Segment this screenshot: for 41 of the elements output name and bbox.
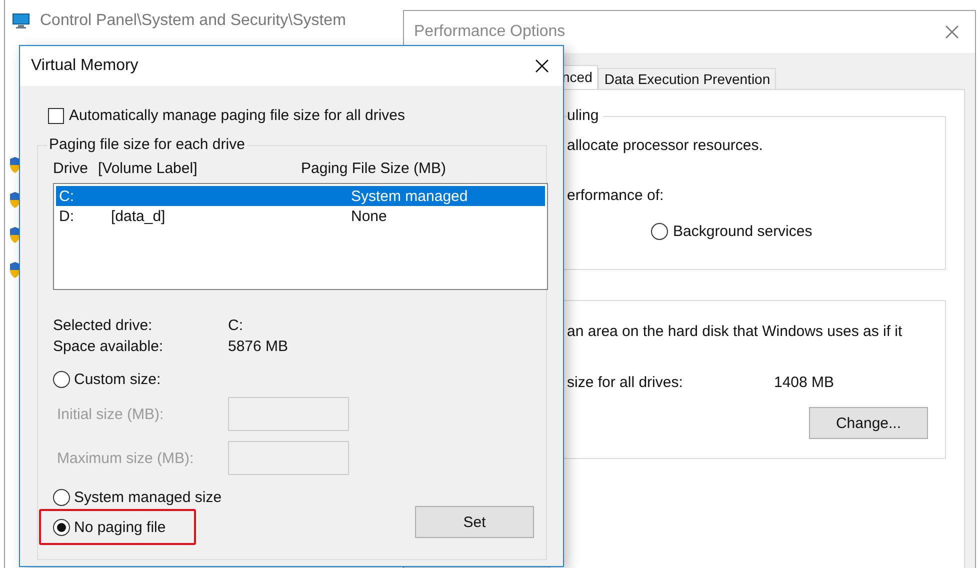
info-value: 5876 MB xyxy=(228,338,288,355)
radio-label[interactable]: No paging file xyxy=(74,519,166,536)
info-label: Space available: xyxy=(53,338,164,355)
window-title: Control Panel\System and Security\System xyxy=(40,12,346,30)
column-header: [Volume Label] xyxy=(98,160,198,177)
adjust-label: erformance of: xyxy=(567,187,665,205)
info-value: C: xyxy=(228,317,243,334)
checkbox[interactable] xyxy=(48,108,64,124)
close-icon[interactable] xyxy=(535,59,549,73)
group-title: Paging file size for each drive xyxy=(47,136,247,153)
paging-size: None xyxy=(351,208,387,224)
change-button[interactable]: Change... xyxy=(809,407,928,439)
drive-letter: C: xyxy=(59,188,75,204)
radio-button[interactable] xyxy=(651,223,668,240)
info-label: Selected drive: xyxy=(53,317,154,334)
volume-label: [data_d] xyxy=(111,208,166,224)
radio-button[interactable] xyxy=(53,371,70,388)
field-label: Initial size (MB): xyxy=(56,406,165,422)
dialog-title: Virtual Memory xyxy=(31,57,138,75)
description-text: allocate processor resources. xyxy=(567,137,764,155)
monitor-icon xyxy=(12,13,30,29)
radio-button[interactable] xyxy=(53,519,70,536)
field-label: Maximum size (MB): xyxy=(56,450,195,466)
total-value: 1408 MB xyxy=(774,374,834,391)
drive-row[interactable]: D: [data_d] None xyxy=(56,206,545,226)
group-title: uling xyxy=(567,107,603,124)
drive-row[interactable]: C: System managed xyxy=(56,186,545,206)
radio-label[interactable]: System managed size xyxy=(74,489,222,506)
paging-size: System managed xyxy=(351,188,468,204)
radio-button[interactable] xyxy=(53,489,70,506)
checkbox-label[interactable]: Automatically manage paging file size for all drives xyxy=(69,107,405,124)
window-title: Performance Options xyxy=(414,23,566,41)
radio-label[interactable]: Background services xyxy=(673,223,812,240)
column-header: Paging File Size (MB) xyxy=(301,160,446,177)
total-label: size for all drives: xyxy=(567,374,684,391)
set-button[interactable]: Set xyxy=(415,506,534,538)
drive-letter: D: xyxy=(59,208,75,224)
radio-label[interactable]: Custom size: xyxy=(74,371,161,388)
tab[interactable]: Data Execution Prevention xyxy=(598,68,776,89)
column-header: Drive xyxy=(53,160,90,177)
description-text: an area on the hard disk that Windows uses as if it xyxy=(567,323,904,341)
